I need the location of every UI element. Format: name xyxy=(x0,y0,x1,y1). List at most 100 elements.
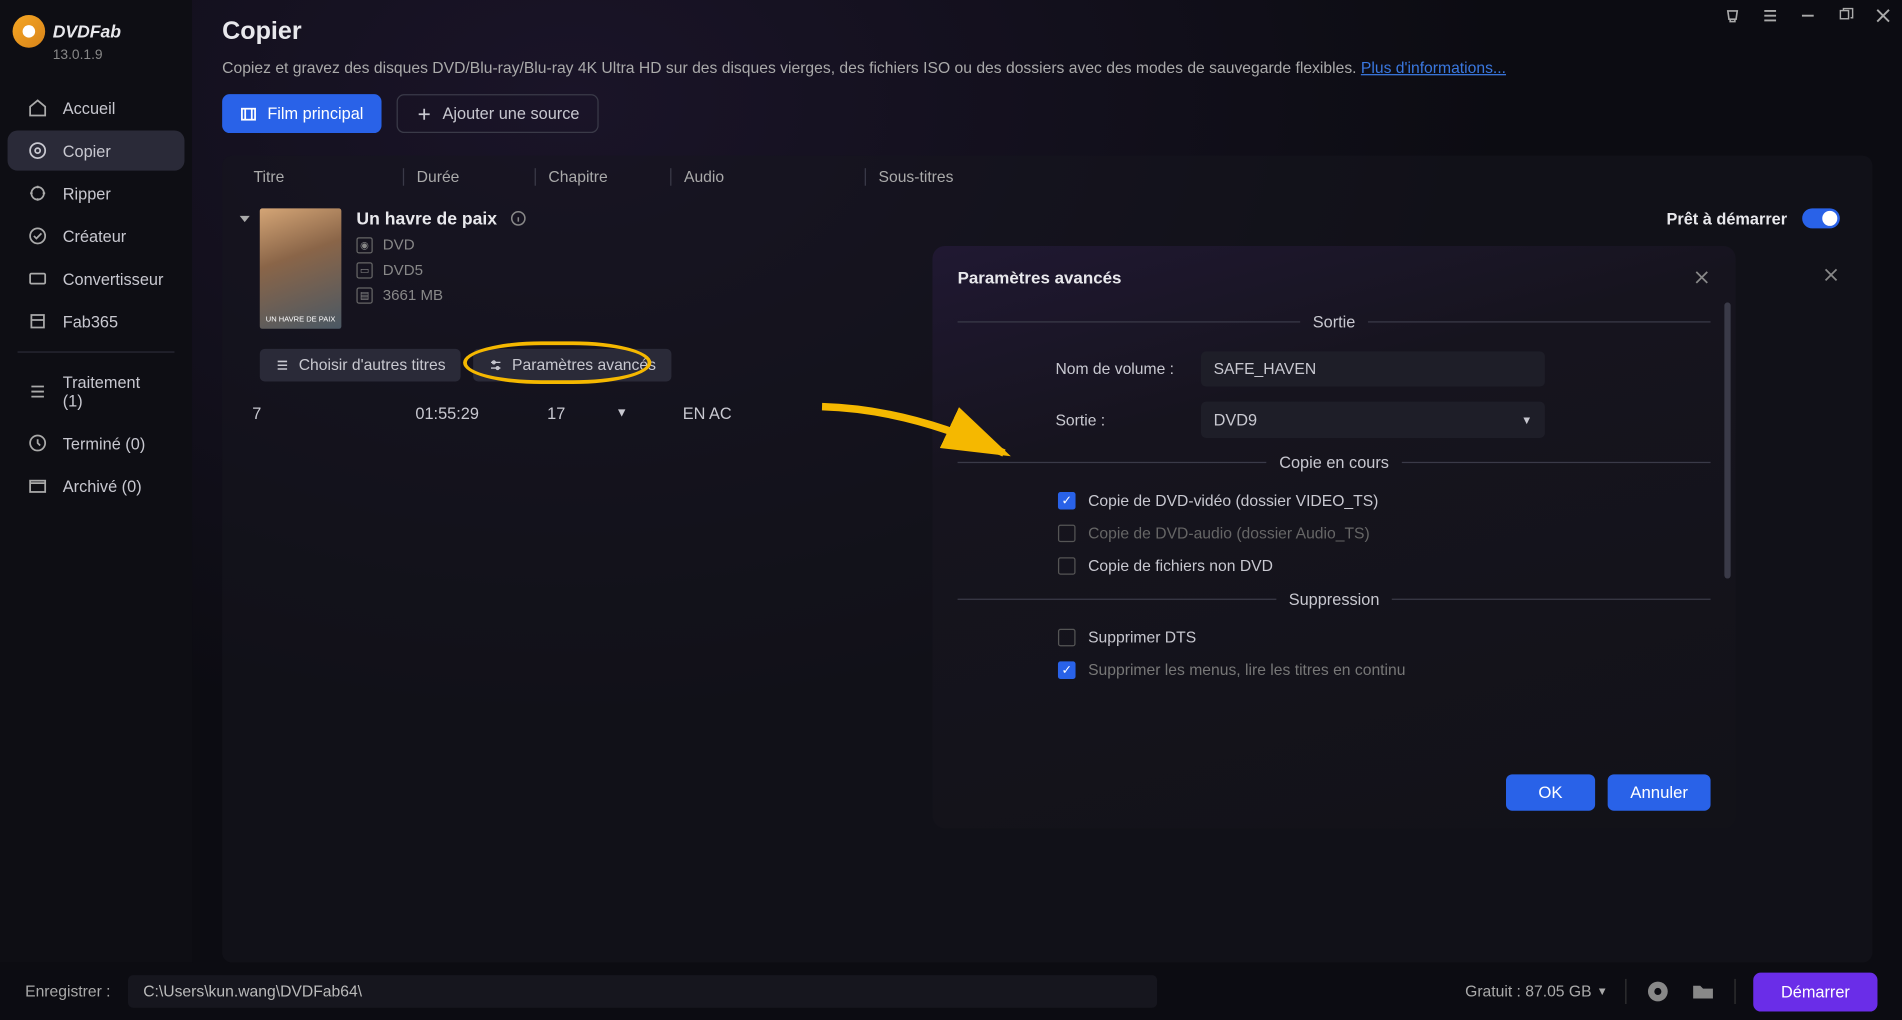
menu-icon[interactable] xyxy=(1760,5,1780,25)
modal-title: Paramètres avancés xyxy=(958,269,1122,288)
folder-output-button[interactable] xyxy=(1689,978,1717,1006)
list-icon xyxy=(275,358,290,373)
save-path-input[interactable]: C:\Users\kun.wang\DVDFab64\ xyxy=(128,975,1157,1008)
button-label: Ajouter une source xyxy=(442,104,579,123)
remove-menus-checkbox[interactable] xyxy=(1058,661,1076,679)
sidebar-divider xyxy=(18,351,175,352)
sidebar-item-copy[interactable]: Copier xyxy=(8,131,185,171)
footer-divider xyxy=(1625,979,1626,1004)
sidebar-item-done[interactable]: Terminé (0) xyxy=(8,423,185,463)
add-source-button[interactable]: Ajouter une source xyxy=(396,94,598,133)
more-info-link[interactable]: Plus d'informations... xyxy=(1361,59,1506,77)
checkbox-label: Copie de DVD-audio (dossier Audio_TS) xyxy=(1088,525,1370,543)
checkbox-label: Copie de fichiers non DVD xyxy=(1088,557,1273,575)
sidebar-item-archived[interactable]: Archivé (0) xyxy=(8,466,185,506)
info-icon[interactable] xyxy=(510,210,528,228)
col-title: Titre xyxy=(240,168,403,186)
start-button[interactable]: Démarrer xyxy=(1753,972,1877,1011)
sidebar-item-label: Ripper xyxy=(63,184,111,203)
checkbox-label: Copie de DVD-vidéo (dossier VIDEO_TS) xyxy=(1088,492,1378,510)
page-title: Copier xyxy=(222,18,1872,47)
plus-icon xyxy=(415,105,433,123)
disc-icon: ▭ xyxy=(356,262,372,278)
checkbox-label: Supprimer DTS xyxy=(1088,629,1196,647)
file-icon: ▤ xyxy=(356,287,372,303)
sidebar-item-label: Traitement (1) xyxy=(63,373,165,411)
sidebar-item-ripper[interactable]: Ripper xyxy=(8,173,185,213)
fab365-icon xyxy=(28,311,48,331)
sliders-icon xyxy=(488,358,503,373)
movie-poster xyxy=(260,208,342,328)
file-size: 3661 MB xyxy=(383,286,443,304)
modal-scrollbar[interactable] xyxy=(1724,302,1730,774)
table-header: Titre Durée Chapitre Audio Sous-titres xyxy=(222,156,1872,199)
close-icon[interactable] xyxy=(1872,5,1892,25)
page-description: Copiez et gravez des disques DVD/Blu-ray… xyxy=(222,59,1872,77)
col-chapter: Chapitre xyxy=(535,168,671,186)
ready-label: Prêt à démarrer xyxy=(1666,209,1787,228)
sidebar-item-label: Terminé (0) xyxy=(63,434,146,453)
home-icon xyxy=(28,98,48,118)
button-label: Paramètres avancés xyxy=(512,356,656,374)
disc-icon: ◉ xyxy=(356,237,372,253)
titlebar xyxy=(1722,5,1893,25)
choose-titles-button[interactable]: Choisir d'autres titres xyxy=(260,349,461,382)
remove-dts-checkbox[interactable] xyxy=(1058,629,1076,647)
sidebar-item-processing[interactable]: Traitement (1) xyxy=(8,363,185,421)
main-movie-button[interactable]: Film principal xyxy=(222,94,381,133)
minimize-icon[interactable] xyxy=(1797,5,1817,25)
advanced-settings-modal: Paramètres avancés Sortie Nom de volume … xyxy=(932,246,1735,828)
archive-icon xyxy=(28,476,48,496)
ok-button[interactable]: OK xyxy=(1506,774,1595,810)
checkbox-label: Supprimer les menus, lire les titres en … xyxy=(1088,661,1405,679)
chevron-down-icon[interactable]: ▼ xyxy=(1597,985,1608,998)
sidebar-item-fab365[interactable]: Fab365 xyxy=(8,301,185,341)
sidebar-item-creator[interactable]: Créateur xyxy=(8,216,185,256)
modal-close-button[interactable] xyxy=(1693,269,1711,288)
section-copy: Copie en cours xyxy=(1279,453,1389,472)
copy-icon xyxy=(28,141,48,161)
disc-type: DVD xyxy=(383,236,415,254)
film-icon xyxy=(240,105,258,123)
maximize-icon[interactable] xyxy=(1835,5,1855,25)
copy-video-checkbox[interactable] xyxy=(1058,492,1076,510)
section-remove: Suppression xyxy=(1289,590,1380,609)
sidebar-item-label: Créateur xyxy=(63,227,126,246)
page-desc-text: Copiez et gravez des disques DVD/Blu-ray… xyxy=(222,59,1361,77)
remove-source-button[interactable] xyxy=(1822,266,1840,284)
button-label: Film principal xyxy=(267,104,363,123)
sidebar: DVDFab 13.0.1.9 Accueil Copier Ripper Cr… xyxy=(0,0,192,963)
advanced-settings-button[interactable]: Paramètres avancés xyxy=(473,349,671,382)
content: Copier Copiez et gravez des disques DVD/… xyxy=(192,0,1902,963)
movie-title: Un havre de paix xyxy=(356,208,497,228)
volume-name-input[interactable] xyxy=(1201,351,1545,386)
output-label: Sortie : xyxy=(1055,411,1186,429)
converter-icon xyxy=(28,269,48,289)
footer-divider xyxy=(1735,979,1736,1004)
cancel-button[interactable]: Annuler xyxy=(1608,774,1711,810)
col-audio: Audio xyxy=(670,168,865,186)
title-duration: 01:55:29 xyxy=(415,404,547,423)
iso-output-button[interactable] xyxy=(1644,978,1672,1006)
ripper-icon xyxy=(28,183,48,203)
sidebar-item-converter[interactable]: Convertisseur xyxy=(8,259,185,299)
brand-version: 13.0.1.9 xyxy=(0,48,192,63)
sidebar-item-home[interactable]: Accueil xyxy=(8,88,185,128)
sidebar-item-label: Copier xyxy=(63,141,111,160)
copy-nondvd-checkbox[interactable] xyxy=(1058,557,1076,575)
col-subtitle: Sous-titres xyxy=(865,168,1060,186)
output-select[interactable]: DVD9 ▼ xyxy=(1201,402,1545,438)
sidebar-item-label: Fab365 xyxy=(63,312,118,331)
brand-name: DVDFab xyxy=(53,21,121,41)
chevron-down-icon[interactable]: ▼ xyxy=(616,407,628,421)
col-duration: Durée xyxy=(403,168,535,186)
brand: DVDFab xyxy=(0,8,192,51)
select-value: DVD9 xyxy=(1214,410,1258,429)
creator-icon xyxy=(28,226,48,246)
expand-caret-icon[interactable] xyxy=(240,216,250,222)
ready-toggle[interactable] xyxy=(1802,208,1840,228)
title-number: 7 xyxy=(252,404,415,423)
chevron-down-icon: ▼ xyxy=(1521,414,1532,427)
footer: Enregistrer : C:\Users\kun.wang\DVDFab64… xyxy=(0,963,1902,1020)
notify-icon[interactable] xyxy=(1722,5,1742,25)
